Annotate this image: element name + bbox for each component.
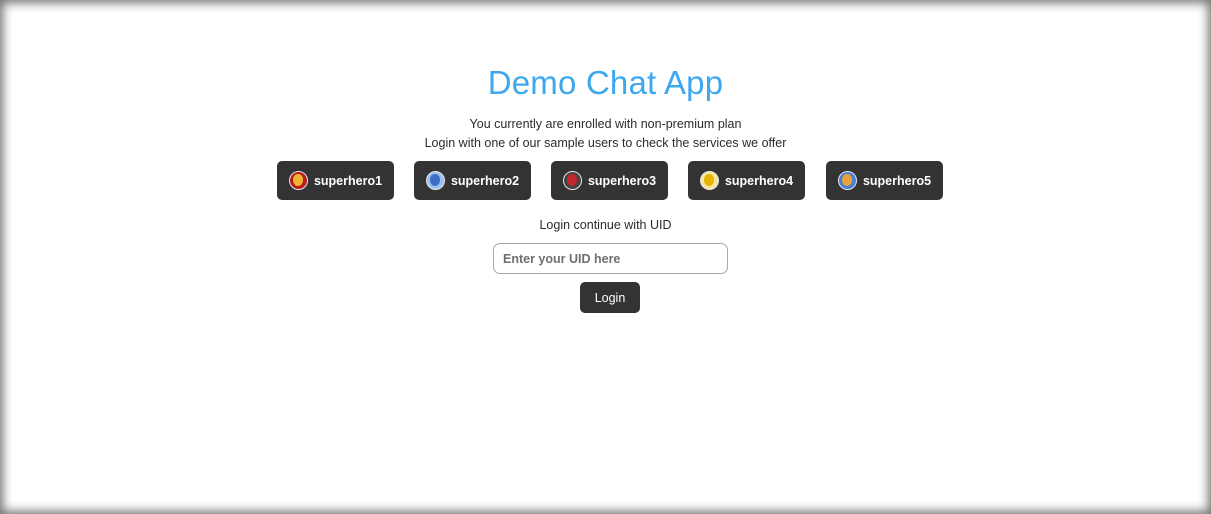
superhero4-label: superhero4	[724, 173, 794, 188]
app-window: Demo Chat App You currently are enrolled…	[0, 0, 1211, 514]
uid-input[interactable]	[493, 243, 728, 274]
superhero4-button[interactable]: superhero4	[688, 161, 805, 200]
superhero5-button[interactable]: superhero5	[826, 161, 943, 200]
superhero1-button[interactable]: superhero1	[277, 161, 394, 200]
cyclops-avatar-icon	[837, 171, 857, 190]
wolverine-avatar-icon	[699, 171, 719, 190]
superhero2-label: superhero2	[450, 173, 520, 188]
iron-man-avatar-icon	[288, 171, 308, 190]
page-title: Demo Chat App	[487, 64, 724, 101]
superhero5-label: superhero5	[862, 173, 932, 188]
sample-users-row: superhero1 superhero2 superhero3 superhe…	[0, 161, 1211, 201]
superhero3-button[interactable]: superhero3	[551, 161, 668, 200]
plan-notice: You currently are enrolled with non-prem…	[469, 117, 742, 131]
captain-america-avatar-icon	[425, 171, 445, 190]
login-button[interactable]: Login	[580, 282, 640, 313]
sample-users-hint: Login with one of our sample users to ch…	[424, 136, 787, 150]
superhero1-label: superhero1	[313, 173, 383, 188]
uid-login-label: Login continue with UID	[539, 218, 672, 232]
superhero3-label: superhero3	[587, 173, 657, 188]
superhero2-button[interactable]: superhero2	[414, 161, 531, 200]
spider-man-avatar-icon	[562, 171, 582, 190]
